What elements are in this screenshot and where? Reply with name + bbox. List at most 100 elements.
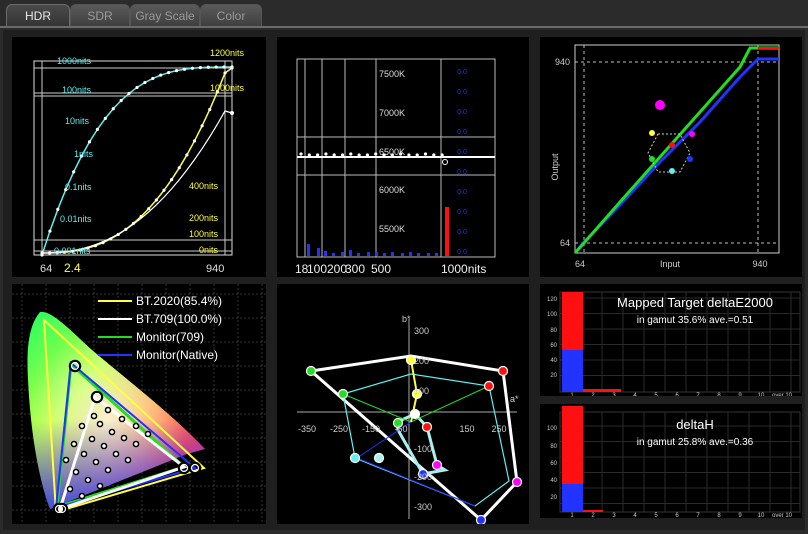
cct-point bbox=[340, 153, 345, 157]
hist-x-tick: 7 bbox=[696, 513, 700, 518]
eotf-cyan-point bbox=[198, 66, 202, 70]
hdr-content-area: 1000nits 100nits 10nits 1nits 0.1nits 0.… bbox=[3, 30, 805, 530]
eotf-cyan-point bbox=[87, 140, 92, 144]
de-y-tick: 40 bbox=[550, 358, 557, 364]
ab-y-tick: -300 bbox=[414, 502, 432, 512]
de-title: Mapped Target deltaE2000 bbox=[617, 295, 773, 310]
eotf-cyan-point bbox=[56, 207, 60, 211]
cct-point bbox=[415, 153, 419, 157]
hist-x-tick: over 10 bbox=[772, 513, 793, 518]
eotf-right-label: 1000nits bbox=[210, 83, 245, 93]
cct-x-label: 100 bbox=[307, 262, 327, 276]
tab-gray-scale[interactable]: Gray Scale bbox=[130, 4, 200, 27]
cct-x-label: 1000nits bbox=[441, 262, 486, 276]
ab-point bbox=[337, 388, 349, 400]
cct-point bbox=[374, 152, 378, 156]
de-bars bbox=[562, 292, 621, 392]
eotf-left-label: 100nits bbox=[62, 85, 92, 95]
gamut-sample-point bbox=[94, 460, 98, 464]
cct-point bbox=[365, 153, 369, 157]
cct-point bbox=[440, 153, 444, 157]
eotf-right-label: 200nits bbox=[189, 213, 219, 223]
hist-blue-bar bbox=[562, 350, 583, 392]
de-subtitle: in gamut 35.6% ave.=0.51 bbox=[637, 315, 754, 326]
eotf-cyan-point bbox=[151, 76, 155, 81]
eotf-yellow-point bbox=[208, 107, 212, 112]
gamut-sample-point bbox=[98, 484, 102, 488]
hist-x-tick: 1 bbox=[570, 393, 574, 396]
cct-blue-bar bbox=[409, 252, 412, 256]
dh-y-tick: 100 bbox=[547, 426, 558, 432]
de-histogram: 120 100 80 60 40 20 1 2 3 4 5 6 7 8 9 10 over 10 M… bbox=[547, 291, 801, 396]
hist-x-tick: 5 bbox=[654, 393, 658, 396]
gamut-sample-point bbox=[86, 478, 90, 482]
gamut-sample-point bbox=[74, 470, 78, 474]
eotf-x-label-940: 940 bbox=[206, 263, 224, 275]
tab-color[interactable]: Color bbox=[200, 4, 262, 27]
ab-y-tick: 100 bbox=[414, 386, 429, 396]
eotf-yellow-point bbox=[200, 124, 204, 128]
io-x-tick: 940 bbox=[752, 259, 767, 269]
ab-polygons bbox=[307, 354, 519, 523]
ab-x-tick: -150 bbox=[362, 424, 380, 434]
eotf-right-label: 100nits bbox=[189, 229, 219, 239]
hist-red-bar bbox=[583, 510, 603, 512]
ab-point bbox=[475, 514, 487, 524]
cct-blue-bar bbox=[383, 253, 386, 256]
eotf-right-label: 0nits bbox=[199, 245, 219, 255]
eotf-yellow-point bbox=[192, 139, 197, 143]
gamut-sample-point bbox=[102, 444, 106, 448]
eotf-cyan-point bbox=[119, 98, 123, 103]
hist-x-tick: 4 bbox=[633, 393, 637, 396]
cct-right-scale: 0.0 bbox=[457, 89, 467, 96]
io-hexagon-point bbox=[689, 131, 695, 137]
hist-x-tick: 10 bbox=[758, 513, 765, 518]
dh-histogram-panel: 100 80 60 40 20 1 2 3 4 5 6 7 8 9 10 over 10 delta… bbox=[540, 404, 802, 518]
eotf-cyan-point bbox=[206, 65, 210, 69]
eotf-cyan-point bbox=[48, 229, 52, 233]
ab-x-tick: 150 bbox=[459, 424, 474, 434]
ab-point bbox=[483, 380, 495, 392]
legend-bt709: BT.709(100.0%) bbox=[136, 312, 222, 326]
hist-x-tick: 3 bbox=[612, 393, 616, 396]
ab-y-tick: -100 bbox=[414, 444, 432, 454]
ab-point bbox=[431, 459, 443, 471]
cct-point bbox=[299, 152, 303, 156]
cct-point bbox=[307, 153, 311, 157]
io-hexagon-point bbox=[649, 156, 655, 162]
gamut-sample-point bbox=[80, 424, 84, 428]
gamut-sample-point bbox=[146, 432, 150, 436]
dh-histogram: 100 80 60 40 20 1 2 3 4 5 6 7 8 9 10 over 10 delta… bbox=[547, 406, 801, 518]
cct-point bbox=[442, 159, 448, 165]
hist-x-tick: 3 bbox=[612, 513, 616, 518]
cct-point bbox=[407, 153, 411, 157]
ab-x-tick: -350 bbox=[298, 424, 316, 434]
hist-x-tick: 6 bbox=[675, 393, 679, 396]
dh-y-tick: 80 bbox=[550, 444, 557, 450]
cct-point bbox=[357, 153, 361, 157]
de-y-tick: 20 bbox=[550, 373, 557, 379]
cct-blue-bar bbox=[349, 250, 352, 256]
gamut-sample-point bbox=[110, 430, 114, 434]
dh-title: deltaH bbox=[676, 417, 714, 432]
eotf-left-label: 1nits bbox=[74, 149, 94, 159]
cct-blue-bar bbox=[317, 248, 320, 256]
eotf-cyan-curve bbox=[41, 66, 233, 256]
de-y-tick: 120 bbox=[547, 297, 558, 303]
eotf-cyan-point bbox=[103, 116, 107, 120]
eotf-right-label: 400nits bbox=[189, 181, 219, 191]
eotf-yellow-point bbox=[185, 153, 189, 157]
cct-blue-bar bbox=[435, 253, 438, 256]
gamut-sample-point bbox=[72, 442, 76, 446]
cct-blue-bar bbox=[391, 252, 394, 256]
cct-y-label: 7000K bbox=[379, 108, 405, 118]
tab-sdr[interactable]: SDR bbox=[70, 4, 130, 27]
eotf-yellow-point bbox=[230, 66, 234, 70]
io-y-axis-label: Output bbox=[550, 153, 560, 181]
ab-point bbox=[497, 365, 509, 377]
dh-subtitle: in gamut 25.8% ave.=0.36 bbox=[637, 437, 754, 448]
tab-hdr[interactable]: HDR bbox=[6, 4, 70, 27]
eotf-yellow-point bbox=[170, 177, 174, 182]
cct-blue-bar bbox=[427, 253, 430, 256]
eotf-panel: 1000nits 100nits 10nits 1nits 0.1nits 0.… bbox=[12, 37, 266, 277]
